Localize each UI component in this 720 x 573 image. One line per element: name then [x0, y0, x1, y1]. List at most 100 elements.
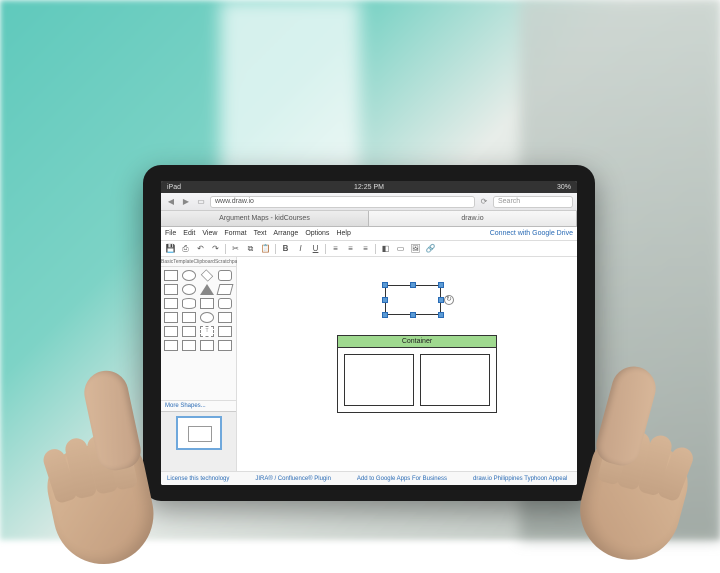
footer-gapps-link[interactable]: Add to Google Apps For Business — [357, 476, 447, 482]
refresh-icon[interactable]: ⟳ — [478, 196, 490, 208]
menu-text[interactable]: Text — [254, 230, 267, 237]
separator — [225, 244, 226, 254]
align-left-icon[interactable]: ≡ — [330, 243, 341, 254]
shape-card[interactable] — [218, 312, 232, 323]
menu-edit[interactable]: Edit — [183, 230, 195, 237]
shape-parallelogram[interactable] — [217, 284, 234, 295]
browser-tabs: Argument Maps - kidCourses draw.io — [161, 211, 577, 227]
menu-file[interactable]: File — [165, 230, 176, 237]
workspace: Basic Template Clipboard Scratchpad T Mo… — [161, 257, 577, 471]
shape-note[interactable] — [182, 312, 196, 323]
container-child-box[interactable] — [420, 354, 490, 406]
status-time: 12:25 PM — [354, 184, 384, 191]
shape-cylinder[interactable] — [182, 298, 196, 309]
container-header[interactable]: Container — [338, 336, 496, 348]
separator — [275, 244, 276, 254]
shape-and[interactable] — [164, 340, 178, 351]
container-body — [338, 348, 496, 412]
container-shape[interactable]: Container — [337, 335, 497, 413]
ipad-screen: iPad 12:25 PM 30% ◀ ▶ ▭ www.draw.io ⟳ Se… — [161, 181, 577, 485]
back-button[interactable]: ◀ — [165, 196, 177, 208]
print-icon[interactable]: ⎙ — [180, 243, 191, 254]
bold-icon[interactable]: B — [280, 243, 291, 254]
separator — [325, 244, 326, 254]
resize-handle-nw[interactable] — [382, 282, 388, 288]
shape-rounded[interactable] — [218, 270, 232, 281]
underline-icon[interactable]: U — [310, 243, 321, 254]
menu-help[interactable]: Help — [336, 230, 350, 237]
diagram-canvas[interactable]: Container — [237, 257, 577, 471]
url-input[interactable]: www.draw.io — [210, 196, 475, 208]
shape-hexagon[interactable] — [200, 298, 214, 309]
copy-icon[interactable]: ⧉ — [245, 243, 256, 254]
shape-cloud[interactable] — [218, 298, 232, 309]
align-center-icon[interactable]: ≡ — [345, 243, 356, 254]
shape-tab-basic[interactable]: Basic — [161, 257, 173, 266]
search-input[interactable]: Search — [493, 196, 573, 208]
shape-tab-clipboard[interactable]: Clipboard — [194, 257, 215, 266]
shape-ellipse[interactable] — [182, 270, 196, 281]
page-thumbnail[interactable] — [176, 416, 222, 450]
shape-arrow[interactable] — [218, 340, 232, 351]
browser-toolbar: ◀ ▶ ▭ www.draw.io ⟳ Search — [161, 193, 577, 211]
shape-rhombus[interactable] — [201, 269, 213, 281]
bookmarks-icon[interactable]: ▭ — [195, 196, 207, 208]
italic-icon[interactable]: I — [295, 243, 306, 254]
app-footer: License this technology JIRA® / Confluen… — [161, 471, 577, 485]
menu-options[interactable]: Options — [305, 230, 329, 237]
shape-data[interactable] — [200, 340, 214, 351]
drawio-app: File Edit View Format Text Arrange Optio… — [161, 227, 577, 485]
shape-circle[interactable] — [182, 284, 196, 295]
redo-icon[interactable]: ↷ — [210, 243, 221, 254]
menu-arrange[interactable]: Arrange — [273, 230, 298, 237]
shape-rectangle[interactable] — [164, 270, 178, 281]
cut-icon[interactable]: ✂ — [230, 243, 241, 254]
menu-format[interactable]: Format — [224, 230, 246, 237]
shape-square[interactable] — [164, 284, 178, 295]
menu-bar: File Edit View Format Text Arrange Optio… — [161, 227, 577, 241]
container-child-box[interactable] — [344, 354, 414, 406]
selected-rectangle-shape[interactable] — [385, 285, 441, 315]
line-color-icon[interactable]: ▭ — [395, 243, 406, 254]
shape-or[interactable] — [182, 340, 196, 351]
connect-google-drive-link[interactable]: Connect with Google Drive — [490, 230, 573, 237]
shape-category-tabs: Basic Template Clipboard Scratchpad — [161, 257, 236, 267]
rotate-handle[interactable] — [444, 295, 454, 305]
resize-handle-n[interactable] — [410, 282, 416, 288]
resize-handle-ne[interactable] — [438, 282, 444, 288]
menu-view[interactable]: View — [202, 230, 217, 237]
resize-handle-w[interactable] — [382, 297, 388, 303]
tab-argument-maps[interactable]: Argument Maps - kidCourses — [161, 211, 369, 226]
undo-icon[interactable]: ↶ — [195, 243, 206, 254]
separator — [375, 244, 376, 254]
paste-icon[interactable]: 📋 — [260, 243, 271, 254]
resize-handle-sw[interactable] — [382, 312, 388, 318]
resize-handle-s[interactable] — [410, 312, 416, 318]
footer-appeal-link[interactable]: draw.io Philippines Typhoon Appeal — [473, 476, 567, 482]
shape-oval[interactable] — [200, 312, 214, 323]
align-right-icon[interactable]: ≡ — [360, 243, 371, 254]
shape-tab-template[interactable]: Template — [173, 257, 193, 266]
shape-text[interactable]: T — [200, 326, 214, 337]
fill-color-icon[interactable]: ◧ — [380, 243, 391, 254]
shape-sidebar: Basic Template Clipboard Scratchpad T Mo… — [161, 257, 237, 471]
image-icon[interactable]: 🖼 — [410, 243, 421, 254]
shape-callout[interactable] — [164, 326, 178, 337]
shape-document[interactable] — [164, 312, 178, 323]
shape-actor[interactable] — [218, 326, 232, 337]
battery-label: 30% — [557, 184, 571, 191]
shape-process[interactable] — [164, 298, 178, 309]
format-toolbar: 💾 ⎙ ↶ ↷ ✂ ⧉ 📋 B I U ≡ ≡ ≡ ◧ ▭ 🖼 🔗 — [161, 241, 577, 257]
footer-license-link[interactable]: License this technology — [167, 476, 229, 482]
shape-triangle[interactable] — [200, 284, 214, 295]
tab-drawio[interactable]: draw.io — [369, 211, 577, 226]
footer-jira-link[interactable]: JIRA® / Confluence® Plugin — [255, 476, 331, 482]
shape-palette: T — [161, 267, 236, 400]
forward-button[interactable]: ▶ — [180, 196, 192, 208]
save-icon[interactable]: 💾 — [165, 243, 176, 254]
shape-step[interactable] — [182, 326, 196, 337]
resize-handle-se[interactable] — [438, 312, 444, 318]
more-shapes-link[interactable]: More Shapes... — [161, 400, 236, 411]
ipad-status-bar: iPad 12:25 PM 30% — [161, 181, 577, 193]
link-icon[interactable]: 🔗 — [425, 243, 436, 254]
